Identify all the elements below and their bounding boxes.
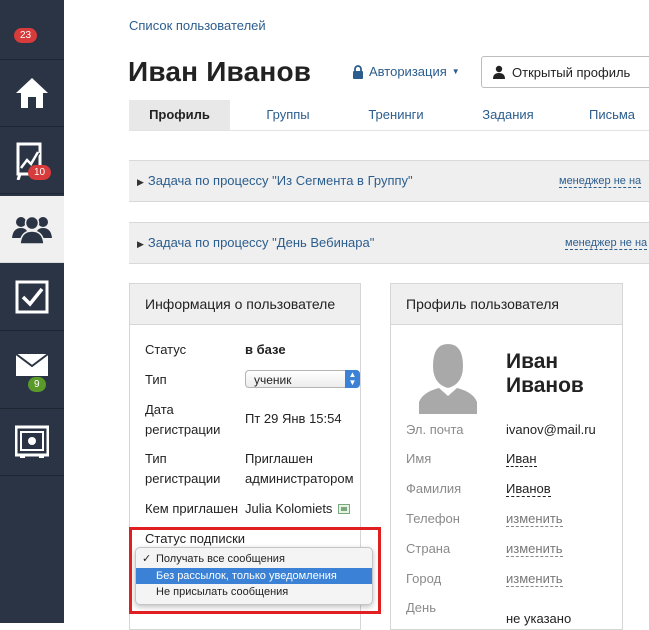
authorization-dropdown[interactable]: Авторизация ▼ [352,64,460,79]
breadcrumb[interactable]: Список пользователей [129,18,266,33]
user-profile-title: Профиль пользователя [391,284,622,325]
email-label: Эл. почта [406,422,464,437]
notifications-badge: 23 [14,28,38,43]
invited-by-name: Julia Kolomiets [245,501,333,516]
task-manager-link[interactable]: менеджер не на [565,237,648,250]
task-row[interactable]: ▶ Задача по процессу "Из Сегмента в Групп… [129,160,649,202]
expand-triangle-icon: ▶ [137,239,144,249]
lock-icon [353,64,363,79]
task-manager-link[interactable]: менеджер не на [559,175,642,188]
task-title: Задача по процессу "Из Сегмента в Группу… [147,173,413,188]
email-value: ivanov@mail.ru [506,422,596,437]
open-profile-button[interactable]: Открытый профиль [481,56,649,88]
sidebar-item-users[interactable] [0,196,64,263]
type-select-value: ученик [254,373,292,387]
type-label: Тип [145,372,167,387]
type-select[interactable]: ученик ▲ ▼ [245,370,360,388]
sidebar-item-analytics[interactable]: 10 [0,127,64,194]
country-change-link[interactable]: изменить [506,539,563,559]
sidebar-item-notifications[interactable]: 23 [0,0,64,60]
profile-first-name: Иван [506,350,559,373]
city-change-link[interactable]: изменить [506,569,563,589]
surname-field[interactable]: Иванов [506,479,551,499]
reg-type-label-line1: Тип [145,451,167,466]
task-label[interactable]: ▶ Задача по процессу "Из Сегмента в Групп… [137,173,413,188]
phone-change-link[interactable]: изменить [506,509,563,529]
task-row[interactable]: ▶ Задача по процессу "День Вебинара" мене… [129,222,649,264]
birthday-label: День [406,600,436,615]
tasks-checkbox-icon [15,280,49,314]
sidebar: 23 10 9 [0,0,64,623]
surname-value: Иванов [506,481,551,497]
name-label: Имя [406,451,432,466]
country-label: Страна [406,541,451,556]
authorization-label: Авторизация [369,64,447,79]
name-field[interactable]: Иван [506,449,537,469]
status-value: в базе [245,342,286,357]
chevron-down-icon: ▼ [451,67,460,76]
reg-date-label-line1: Дата [145,402,174,417]
home-icon [16,78,48,108]
status-label: Статус [145,342,187,357]
tab-profile[interactable]: Профиль [129,100,230,130]
reg-type-value-line2: администратором [245,471,354,486]
select-arrows-icon: ▲ ▼ [345,370,360,388]
mail-icon [15,353,49,376]
safe-icon [15,425,49,458]
users-icon [12,215,52,244]
task-title: Задача по процессу "День Вебинара" [147,235,375,250]
person-icon [493,65,505,79]
phone-label: Телефон [406,511,460,526]
reg-date-label-line2: регистрации [145,422,221,437]
profile-last-name: Иванов [506,374,584,397]
city-label: Город [406,571,442,586]
tab-assignments[interactable]: Задания [468,100,548,130]
tab-letters[interactable]: Письма [575,100,649,130]
change-link-text: изменить [506,511,563,527]
reg-type-value-line1: Приглашен [245,451,313,466]
open-profile-label: Открытый профиль [512,64,631,80]
expand-triangle-icon: ▶ [137,177,144,187]
tab-trainings[interactable]: Тренинги [351,100,441,130]
page-title: Иван Иванов [128,56,312,87]
surname-label: Фамилия [406,481,462,496]
invited-by-value[interactable]: Julia Kolomiets [245,499,351,519]
user-profile-panel: Профиль пользователя Иван Иванов Эл. поч… [390,283,623,630]
change-link-text: изменить [506,571,563,587]
profile-tabs: Профиль Группы Тренинги Задания Письма [129,100,649,131]
name-value: Иван [506,451,537,467]
sidebar-item-safe[interactable] [0,409,64,476]
change-link-text: изменить [506,541,563,557]
annotation-highlight-box [129,527,381,614]
sidebar-item-home[interactable] [0,60,64,127]
invited-by-label: Кем приглашен [145,501,238,516]
task-label[interactable]: ▶ Задача по процессу "День Вебинара" [137,235,374,250]
mail-badge: 9 [28,377,46,392]
id-card-icon [338,504,351,514]
tab-groups[interactable]: Группы [247,100,329,130]
analytics-badge: 10 [28,165,52,180]
sidebar-item-tasks[interactable] [0,264,64,331]
avatar[interactable] [419,340,477,414]
sidebar-item-mail[interactable]: 9 [0,336,64,409]
reg-type-label-line2: регистрации [145,471,221,486]
reg-date-value: Пт 29 Янв 15:54 [245,411,342,426]
birthday-value[interactable]: не указано [506,609,571,629]
user-info-title: Информация о пользователе [130,284,360,325]
